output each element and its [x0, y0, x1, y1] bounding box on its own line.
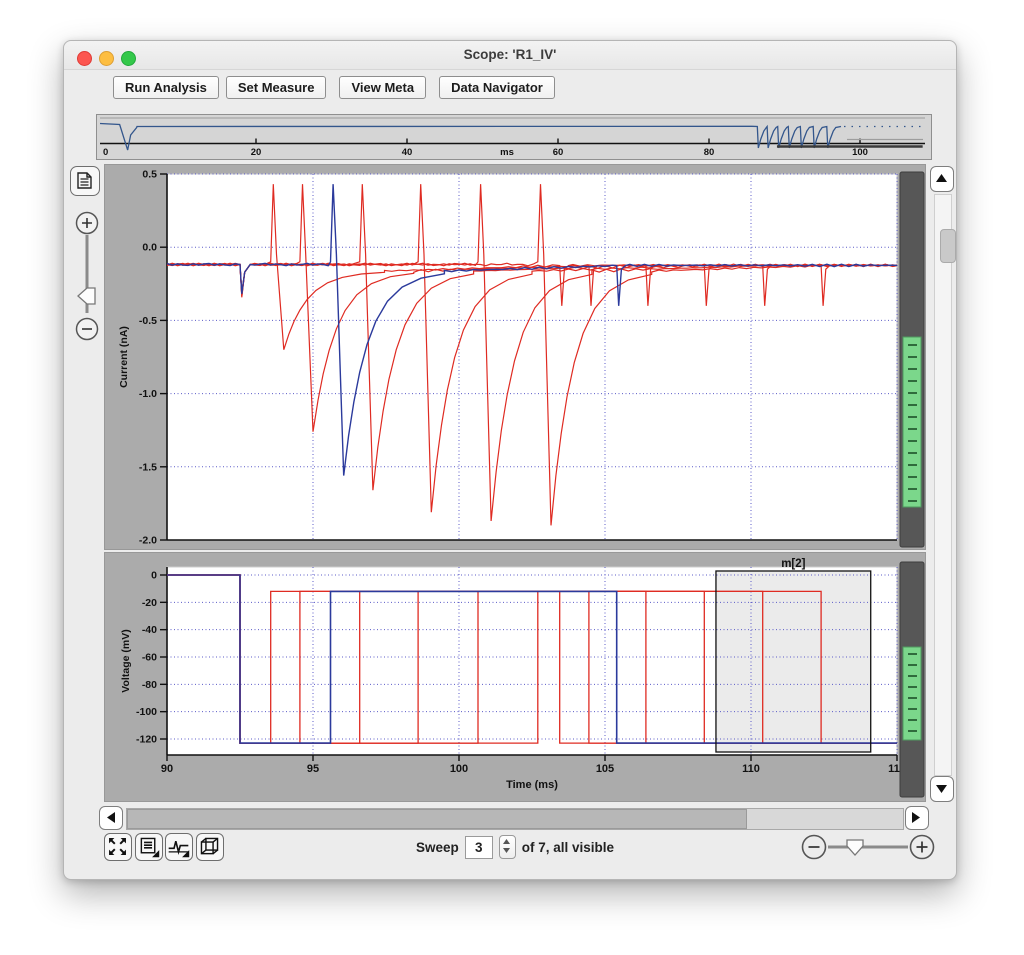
svg-text:-20: -20 — [142, 597, 157, 609]
svg-text:0: 0 — [103, 147, 108, 158]
svg-text:-60: -60 — [142, 652, 157, 664]
voltage-range-bar[interactable] — [900, 562, 924, 797]
horizontal-scroll-track[interactable] — [126, 808, 904, 830]
svg-text:110: 110 — [742, 763, 760, 775]
svg-text:-80: -80 — [142, 679, 157, 691]
horizontal-zoom-slider[interactable] — [800, 833, 936, 861]
scroll-up-button[interactable] — [930, 166, 954, 192]
measure-region-label: m[2] — [781, 558, 805, 570]
measure-region-fill[interactable] — [716, 571, 871, 752]
sweep-number-field[interactable]: 3 — [465, 836, 493, 859]
current-plot-panel[interactable]: 0.5 0.0 -0.5 -1.0 -1.5 -2.0 Current (nA) — [104, 164, 926, 550]
overview-bg — [97, 115, 931, 159]
stepper-arrows-icon — [500, 836, 513, 856]
vertical-scrollbar[interactable] — [930, 166, 954, 802]
horizontal-scrollbar[interactable] — [99, 805, 929, 831]
svg-text:60: 60 — [553, 147, 564, 158]
scroll-down-button[interactable] — [930, 776, 954, 802]
svg-text:ms: ms — [500, 147, 514, 158]
svg-text:0.0: 0.0 — [142, 242, 157, 254]
arrow-down-icon — [931, 777, 952, 800]
zoom-out-x-button[interactable] — [803, 836, 826, 859]
svg-text:0.5: 0.5 — [142, 169, 157, 181]
svg-text:-2.0: -2.0 — [139, 535, 157, 547]
time-axis-label: Time (ms) — [506, 779, 558, 791]
full-scale-button[interactable] — [104, 833, 132, 861]
table-view-button[interactable] — [135, 833, 163, 861]
svg-text:80: 80 — [704, 147, 715, 158]
svg-text:-100: -100 — [136, 706, 157, 718]
data-navigator-button[interactable]: Data Navigator — [439, 76, 555, 99]
svg-text:-40: -40 — [142, 624, 157, 636]
overlay-panes-icon — [197, 834, 222, 859]
voltage-axis-label: Voltage (mV) — [120, 629, 132, 692]
svg-text:20: 20 — [251, 147, 262, 158]
vertical-scroll-track[interactable] — [934, 194, 952, 776]
voltage-range-thumb[interactable] — [903, 647, 921, 740]
wave-trace-icon — [166, 834, 191, 859]
sweep-label: Sweep — [416, 840, 459, 855]
channel-layout-button[interactable] — [196, 833, 224, 861]
sweep-overview-strip[interactable]: 0 20 40 60 80 100 ms — [96, 114, 932, 160]
vertical-scroll-thumb[interactable] — [940, 229, 956, 263]
svg-text:40: 40 — [402, 147, 413, 158]
set-measure-button[interactable]: Set Measure — [226, 76, 327, 99]
svg-text:-0.5: -0.5 — [139, 315, 157, 327]
current-range-thumb[interactable] — [903, 337, 921, 507]
scope-window: Scope: 'R1_IV' Run Analysis Set Measure … — [63, 40, 957, 880]
expand-arrows-icon — [105, 834, 130, 859]
table-list-icon — [136, 834, 161, 859]
view-meta-button[interactable]: View Meta — [339, 76, 426, 99]
svg-text:0: 0 — [151, 570, 157, 582]
current-axis-label: Current (nA) — [118, 326, 130, 388]
svg-text:-1.0: -1.0 — [139, 388, 157, 400]
svg-text:-120: -120 — [136, 734, 157, 746]
arrow-up-icon — [931, 167, 952, 190]
sweep-count-label: of 7, all visible — [522, 840, 614, 855]
window-title: Scope: 'R1_IV' — [64, 47, 956, 62]
vertical-zoom-slider[interactable] — [74, 211, 100, 347]
title-bar[interactable]: Scope: 'R1_IV' — [64, 41, 956, 70]
svg-text:100: 100 — [852, 147, 868, 158]
svg-text:100: 100 — [450, 763, 468, 775]
current-plot-area[interactable] — [167, 174, 897, 540]
voltage-plot-panel[interactable]: 0-20-40-60-80-100-1209095100105110115Tim… — [104, 552, 926, 802]
slider-thumb[interactable] — [847, 840, 863, 855]
svg-text:95: 95 — [307, 763, 319, 775]
zoom-out-y-button[interactable] — [77, 319, 98, 340]
zoom-in-x-button[interactable] — [911, 836, 934, 859]
run-analysis-button[interactable]: Run Analysis — [113, 76, 219, 99]
trace-view-button[interactable] — [165, 833, 193, 861]
svg-text:90: 90 — [161, 763, 173, 775]
current-range-bar[interactable] — [900, 172, 924, 547]
svg-text:105: 105 — [596, 763, 614, 775]
svg-text:-1.5: -1.5 — [139, 461, 157, 473]
slider-thumb[interactable] — [78, 288, 95, 304]
plus-icon — [917, 842, 928, 853]
sweep-stepper[interactable] — [499, 835, 516, 859]
toolbar: Run Analysis Set Measure View Meta Data … — [113, 76, 555, 101]
arrow-right-icon — [906, 807, 927, 828]
notebook-button[interactable] — [70, 166, 100, 196]
zoom-in-y-button[interactable] — [77, 213, 98, 234]
horizontal-scroll-thumb[interactable] — [127, 809, 747, 829]
sweep-control: Sweep 3 of 7, all visible — [416, 834, 614, 860]
arrow-left-icon — [100, 807, 121, 828]
scroll-right-button[interactable] — [905, 806, 929, 830]
notebook-icon — [71, 167, 98, 194]
scroll-left-button[interactable] — [99, 806, 123, 830]
